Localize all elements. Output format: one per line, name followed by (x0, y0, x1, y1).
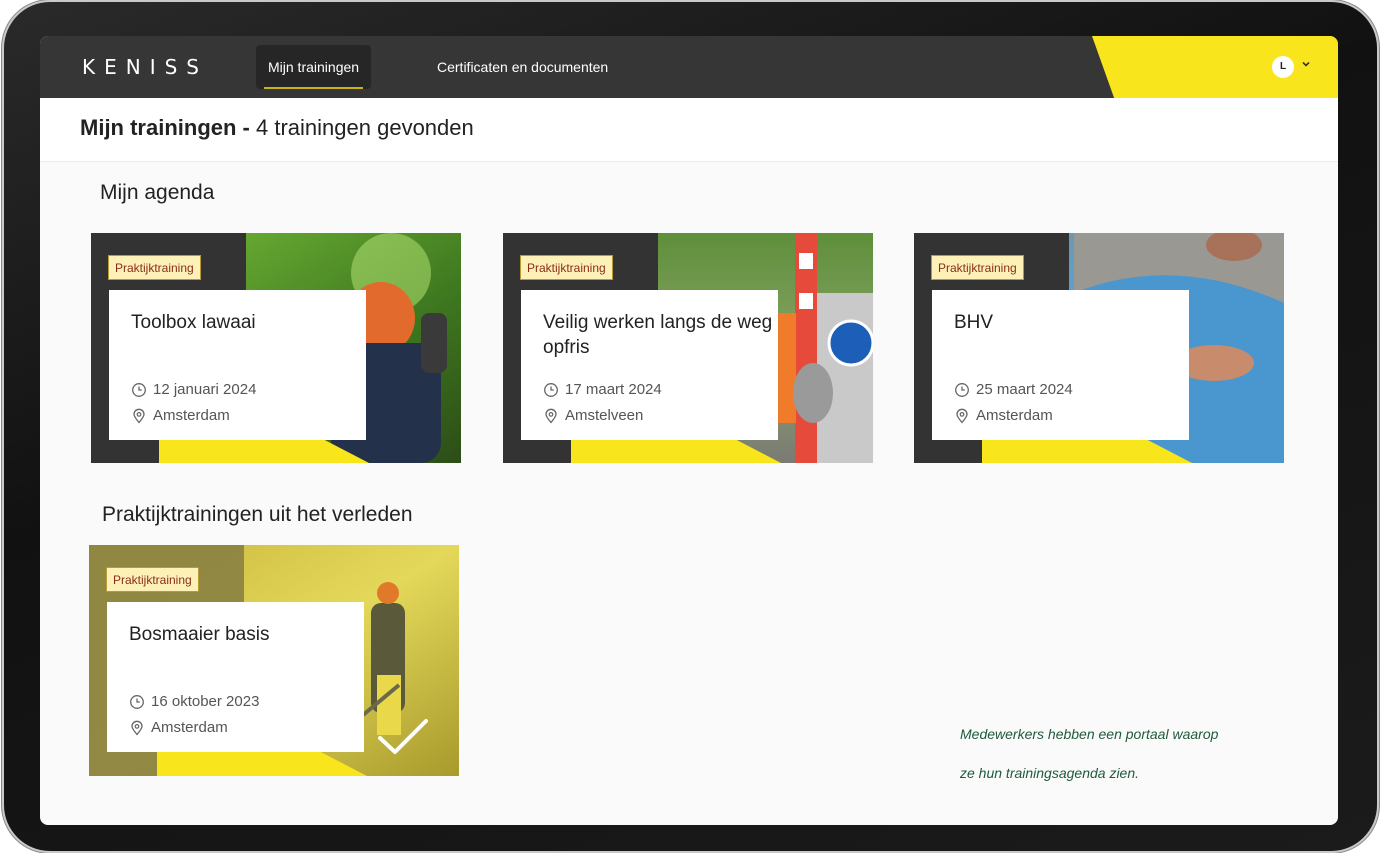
training-date: 16 oktober 2023 (129, 693, 259, 710)
completed-check-icon (378, 719, 428, 754)
clock-icon (130, 694, 144, 709)
top-navigation-bar: KENISS Mijn trainingen Certificaten en d… (40, 36, 1338, 98)
training-card[interactable]: Praktijktraining Bosmaaier basis 16 okto… (89, 545, 459, 776)
nav-tab-mijn-trainingen[interactable]: Mijn trainingen (256, 45, 372, 89)
clock-icon (955, 382, 969, 397)
training-location-text: Amsterdam (153, 407, 230, 424)
training-date-text: 25 maart 2024 (976, 381, 1073, 398)
training-location: Amsterdam (954, 407, 1053, 424)
training-location: Amsterdam (131, 407, 230, 424)
training-title: Veilig werken langs de weg opfris (543, 312, 773, 358)
page-title-bold: Mijn trainingen - (80, 115, 250, 140)
caption-line-1: Medewerkers hebben een portaal waarop (960, 726, 1219, 742)
user-avatar[interactable]: L (1272, 56, 1294, 78)
training-location: Amsterdam (129, 719, 228, 736)
training-title: BHV (954, 312, 994, 333)
training-date: 12 januari 2024 (131, 381, 256, 398)
training-date: 17 maart 2024 (543, 381, 662, 398)
location-pin-icon (133, 408, 145, 423)
app-screen: KENISS Mijn trainingen Certificaten en d… (40, 36, 1338, 825)
page-title: Mijn trainingen - 4 trainingen gevonden (80, 115, 474, 141)
card-info-panel: Bosmaaier basis 16 oktober 2023 Amsterda… (107, 602, 364, 752)
keniss-logo[interactable]: KENISS (82, 55, 208, 79)
location-pin-icon (956, 408, 968, 423)
training-location: Amstelveen (543, 407, 643, 424)
training-type-badge: Praktijktraining (106, 567, 199, 592)
training-date-text: 16 oktober 2023 (151, 693, 260, 710)
training-title: Toolbox lawaai (131, 312, 256, 333)
clock-icon (544, 382, 558, 397)
training-location-text: Amstelveen (565, 407, 644, 424)
training-type-badge: Praktijktraining (520, 255, 613, 280)
location-pin-icon (131, 720, 143, 735)
training-card[interactable]: Praktijktraining Toolbox lawaai 12 janua… (91, 233, 461, 463)
clock-icon (132, 382, 146, 397)
section-title-agenda: Mijn agenda (100, 181, 215, 204)
training-type-badge: Praktijktraining (108, 255, 201, 280)
training-title: Bosmaaier basis (129, 624, 270, 645)
training-card[interactable]: Praktijktraining BHV 25 maart 2024 Amste… (914, 233, 1284, 463)
training-date: 25 maart 2024 (954, 381, 1073, 398)
caption-line-2: ze hun trainingsagenda zien. (960, 765, 1140, 781)
chevron-down-icon[interactable] (1300, 58, 1312, 70)
training-type-badge: Praktijktraining (931, 255, 1024, 280)
card-info-panel: Toolbox lawaai 12 januari 2024 Amsterdam (109, 290, 366, 440)
section-title-past: Praktijktrainingen uit het verleden (102, 503, 413, 526)
training-location-text: Amsterdam (151, 719, 228, 736)
nav-tab-certificaten[interactable]: Certificaten en documenten (437, 36, 608, 98)
page-header: Mijn trainingen - 4 trainingen gevonden (40, 98, 1338, 162)
card-info-panel: BHV 25 maart 2024 Amsterdam (932, 290, 1189, 440)
location-pin-icon (545, 408, 557, 423)
training-date-text: 12 januari 2024 (153, 381, 257, 398)
page-title-count: 4 trainingen gevonden (256, 115, 474, 140)
training-card[interactable]: Praktijktraining Veilig werken langs de … (503, 233, 873, 463)
training-location-text: Amsterdam (976, 407, 1053, 424)
training-date-text: 17 maart 2024 (565, 381, 662, 398)
card-info-panel: Veilig werken langs de weg opfris 17 maa… (521, 290, 778, 440)
